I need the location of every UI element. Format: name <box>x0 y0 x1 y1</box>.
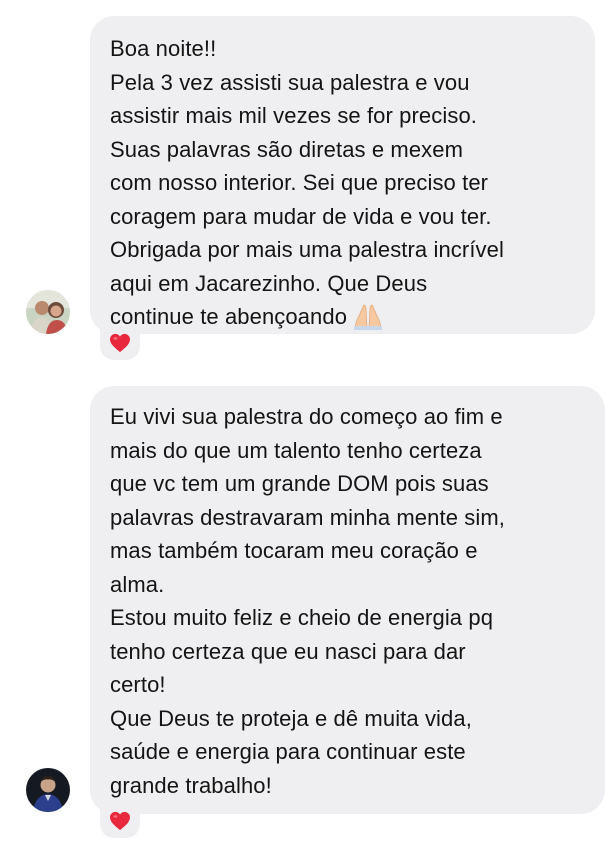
message-bubble[interactable]: Eu vivi sua palestra do começo ao fim e … <box>90 386 605 814</box>
avatar-photo <box>26 290 70 334</box>
avatar-photo <box>26 768 70 812</box>
heart-icon <box>110 333 130 353</box>
message-line: mas também tocaram meu coração e <box>110 538 478 563</box>
message-line: Eu vivi sua palestra do começo ao fim e <box>110 404 503 429</box>
message-line: grande trabalho! <box>110 772 272 798</box>
message-bubble[interactable]: Boa noite!! Pela 3 vez assisti sua pales… <box>90 16 595 334</box>
heart-icon <box>110 811 130 831</box>
message-line: Estou muito feliz e cheio de energia pq <box>110 605 494 630</box>
message-line: continue te abençoando <box>110 304 348 329</box>
message-line: assistir mais mil vezes se for preciso. <box>110 103 477 128</box>
reaction-badge[interactable] <box>100 804 140 838</box>
message-line: certo! <box>110 672 166 697</box>
message-line: saúde e energia para continuar este <box>110 739 466 764</box>
praying-hands-icon <box>353 302 383 340</box>
message-line-last: continue te abençoando <box>110 300 577 340</box>
reaction-badge[interactable] <box>100 326 140 360</box>
message-line: palavras destravaram minha mente sim, <box>110 504 505 530</box>
message-line: Suas palavras são diretas e mexem <box>110 136 464 162</box>
message-line: tenho certeza que eu nasci para dar <box>110 638 466 664</box>
message-line: mais do que um talento tenho certeza <box>110 437 482 463</box>
message-line: que vc tem um grande DOM pois suas <box>110 471 489 496</box>
message-line: aqui em Jacarezinho. Que Deus <box>110 270 428 296</box>
sender-avatar[interactable] <box>26 290 70 334</box>
message-line: Boa noite!! <box>110 36 217 61</box>
message-line: coragem para mudar de vida e vou ter. <box>110 203 492 229</box>
message-line: Que Deus te proteja e dê muita vida, <box>110 705 472 731</box>
message-line: alma. <box>110 571 165 597</box>
message-line: Obrigada por mais uma palestra incrível <box>110 237 504 262</box>
message-line: com nosso interior. Sei que preciso ter <box>110 170 489 195</box>
message-line: Pela 3 vez assisti sua palestra e vou <box>110 69 470 95</box>
sender-avatar[interactable] <box>26 768 70 812</box>
